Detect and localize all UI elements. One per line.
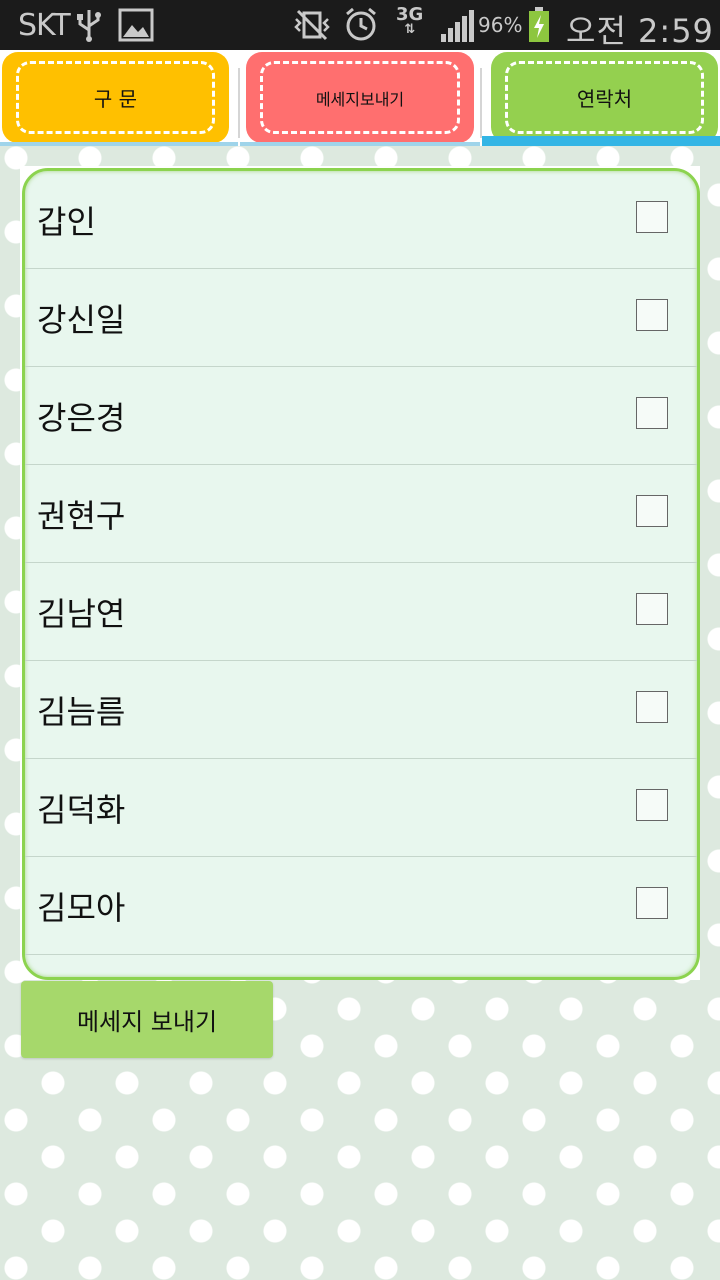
contact-row[interactable]: 강신일 bbox=[25, 269, 697, 367]
status-bar: SKT 3G ⇅ 96% 오전 2:59 bbox=[0, 0, 720, 50]
tab-divider bbox=[238, 68, 240, 138]
contact-name: 갑인 bbox=[37, 203, 96, 241]
image-icon bbox=[118, 8, 154, 46]
tab-label: 구 문 bbox=[93, 87, 138, 111]
contact-row[interactable]: 김늠름 bbox=[25, 661, 697, 759]
battery-percent: 96% bbox=[478, 13, 523, 37]
contact-checkbox[interactable] bbox=[636, 495, 668, 527]
contact-name: 권현구 bbox=[37, 497, 126, 535]
data-arrows-icon: ⇅ bbox=[404, 22, 416, 37]
contact-list-panel: 갑인 강신일 강은경 권현구 김남연 김늠름 김덕화 김모아 bbox=[20, 166, 700, 980]
alarm-icon bbox=[344, 7, 378, 47]
signal-icon bbox=[440, 10, 476, 46]
tab-underline bbox=[0, 142, 238, 146]
contact-row[interactable]: 갑인 bbox=[25, 171, 697, 269]
contact-row[interactable]: 김남연 bbox=[25, 563, 697, 661]
contact-name: 김남연 bbox=[37, 595, 126, 633]
contact-name: 강은경 bbox=[37, 399, 126, 437]
contact-name: 강신일 bbox=[37, 301, 126, 339]
contact-name: 김덕화 bbox=[37, 791, 126, 829]
battery-charging-icon bbox=[528, 7, 550, 47]
contact-row[interactable]: 권현구 bbox=[25, 465, 697, 563]
contact-checkbox[interactable] bbox=[636, 201, 668, 233]
contact-row[interactable]: 김덕화 bbox=[25, 759, 697, 857]
tab-underline bbox=[240, 142, 480, 146]
tab-send-message[interactable]: 메세지보내기 bbox=[246, 52, 474, 143]
contact-checkbox[interactable] bbox=[636, 789, 668, 821]
network-indicator: 3G ⇅ bbox=[396, 6, 423, 37]
vibrate-icon bbox=[294, 9, 330, 45]
contact-list[interactable]: 갑인 강신일 강은경 권현구 김남연 김늠름 김덕화 김모아 bbox=[22, 168, 700, 980]
tab-label: 메세지보내기 bbox=[315, 89, 405, 109]
tab-phrases[interactable]: 구 문 bbox=[2, 52, 229, 143]
tab-contacts[interactable]: 연락처 bbox=[491, 52, 718, 143]
tab-label: 연락처 bbox=[576, 87, 633, 111]
contact-name: 김모아 bbox=[37, 889, 126, 927]
tab-divider bbox=[480, 68, 482, 138]
contact-row[interactable]: 강은경 bbox=[25, 367, 697, 465]
selected-tab-indicator bbox=[482, 136, 720, 146]
usb-icon bbox=[76, 8, 102, 46]
contact-checkbox[interactable] bbox=[636, 397, 668, 429]
contact-row[interactable]: 김모아 bbox=[25, 857, 697, 955]
contact-checkbox[interactable] bbox=[636, 593, 668, 625]
send-message-button[interactable]: 메세지 보내기 bbox=[21, 981, 273, 1058]
contact-checkbox[interactable] bbox=[636, 691, 668, 723]
clock: 오전 2:59 bbox=[566, 12, 714, 50]
contact-name: 김늠름 bbox=[37, 693, 126, 731]
contact-checkbox[interactable] bbox=[636, 887, 668, 919]
contact-checkbox[interactable] bbox=[636, 299, 668, 331]
carrier-label: SKT bbox=[18, 8, 71, 43]
tab-bar: 구 문 메세지보내기 연락처 bbox=[0, 50, 720, 146]
